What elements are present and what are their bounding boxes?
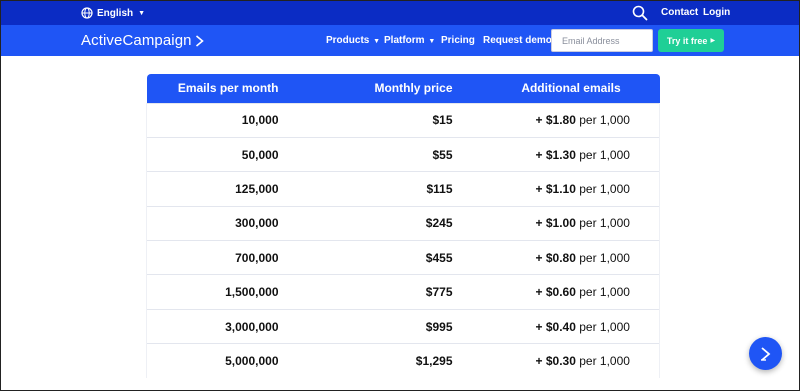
- chevron-down-icon: ▼: [428, 38, 436, 45]
- cell-emails: 50,000: [146, 136, 279, 172]
- cell-additional: + $0.40 per 1,000: [452, 308, 660, 344]
- main-navigation: ActiveCampaign Products ▼ Platform ▼ Pri…: [1, 25, 799, 56]
- chat-chevron-icon: [760, 346, 770, 361]
- cell-price: $775: [278, 274, 453, 310]
- search-icon: [632, 5, 648, 21]
- nav-item-label: Products: [326, 35, 370, 46]
- nav-item-label: Platform: [384, 35, 425, 46]
- table-body: 10,000 $15 + $1.80 per 1,000 50,000 $55 + $1.…: [146, 102, 660, 379]
- cell-emails: 10,000: [146, 102, 279, 138]
- nav-item-label: Request demo: [483, 35, 552, 46]
- additional-amount: + $1.30: [535, 147, 576, 162]
- additional-amount: + $0.30: [535, 354, 576, 369]
- additional-amount: + $1.00: [535, 216, 576, 231]
- additional-amount: + $1.80: [535, 113, 576, 128]
- table-row: 3,000,000 $995 + $0.40 per 1,000: [146, 308, 660, 344]
- cell-price: $995: [278, 308, 453, 344]
- chat-button[interactable]: [749, 337, 782, 370]
- table-row: 125,000 $115 + $1.10 per 1,000: [146, 171, 660, 207]
- additional-unit: per 1,000: [579, 113, 630, 128]
- chevron-down-icon: ▼: [138, 9, 146, 17]
- table-header: Emails per month Monthly price Additiona…: [146, 74, 660, 103]
- additional-amount: + $0.60: [535, 285, 576, 300]
- login-link[interactable]: Login: [703, 7, 730, 18]
- language-selector[interactable]: English ▼: [81, 6, 145, 20]
- globe-icon: [81, 7, 93, 19]
- cell-price: $15: [278, 102, 453, 138]
- cell-emails: 3,000,000: [146, 308, 279, 344]
- cell-additional: + $1.10 per 1,000: [452, 171, 660, 207]
- additional-unit: per 1,000: [579, 147, 630, 162]
- cta-label: Try it free: [666, 35, 708, 46]
- cell-additional: + $0.30 per 1,000: [452, 343, 660, 379]
- table-row: 5,000,000 $1,295 + $0.30 per 1,000: [146, 343, 660, 379]
- search-button[interactable]: [632, 5, 648, 21]
- contact-link[interactable]: Contact: [661, 7, 698, 18]
- cell-additional: + $1.00 per 1,000: [452, 205, 660, 241]
- header-additional-emails: Additional emails: [521, 81, 621, 96]
- cell-price: $115: [278, 171, 453, 207]
- additional-unit: per 1,000: [579, 354, 630, 369]
- cell-price: $1,295: [278, 343, 453, 379]
- cell-additional: + $0.60 per 1,000: [452, 274, 660, 310]
- cell-emails: 700,000: [146, 240, 279, 275]
- additional-unit: per 1,000: [579, 285, 630, 300]
- caret-right-icon: ▶: [710, 38, 716, 44]
- cell-price: $55: [278, 136, 453, 172]
- additional-unit: per 1,000: [579, 216, 630, 231]
- nav-item-request-demo[interactable]: Request demo: [483, 35, 552, 46]
- table-row: 700,000 $455 + $0.80 per 1,000: [146, 240, 660, 275]
- top-utility-bar: English ▼ Contact Login: [1, 1, 799, 25]
- nav-item-platform[interactable]: Platform ▼: [384, 35, 435, 46]
- cell-emails: 125,000: [146, 171, 279, 207]
- chevron-down-icon: ▼: [373, 38, 381, 45]
- nav-item-label: Pricing: [441, 35, 475, 46]
- cell-additional: + $1.30 per 1,000: [452, 136, 660, 172]
- additional-amount: + $1.10: [535, 181, 576, 196]
- cell-emails: 300,000: [146, 205, 279, 241]
- cell-emails: 1,500,000: [146, 274, 279, 310]
- logo[interactable]: ActiveCampaign: [81, 32, 204, 49]
- pricing-table: Emails per month Monthly price Additiona…: [146, 74, 660, 379]
- cell-additional: + $0.80 per 1,000: [452, 240, 660, 275]
- additional-unit: per 1,000: [579, 319, 630, 334]
- cell-price: $455: [278, 240, 453, 275]
- try-it-free-button[interactable]: Try it free ▶: [658, 29, 724, 52]
- cell-price: $245: [278, 205, 453, 241]
- additional-unit: per 1,000: [579, 181, 630, 196]
- additional-amount: + $0.40: [535, 319, 576, 334]
- chevron-right-icon: [195, 34, 204, 47]
- language-label: English: [97, 7, 134, 19]
- additional-unit: per 1,000: [579, 250, 630, 265]
- header-emails-per-month: Emails per month: [177, 81, 279, 96]
- table-row: 10,000 $15 + $1.80 per 1,000: [146, 102, 660, 138]
- email-input[interactable]: [551, 29, 653, 52]
- table-row: 300,000 $245 + $1.00 per 1,000: [146, 205, 660, 241]
- nav-item-pricing[interactable]: Pricing: [441, 35, 475, 46]
- cell-emails: 5,000,000: [146, 343, 279, 379]
- table-row: 50,000 $55 + $1.30 per 1,000: [146, 136, 660, 172]
- table-row: 1,500,000 $775 + $0.60 per 1,000: [146, 274, 660, 310]
- cell-additional: + $1.80 per 1,000: [452, 102, 660, 138]
- header-monthly-price: Monthly price: [374, 81, 453, 96]
- nav-item-products[interactable]: Products ▼: [326, 35, 380, 46]
- additional-amount: + $0.80: [535, 250, 576, 265]
- logo-text: ActiveCampaign: [81, 32, 192, 49]
